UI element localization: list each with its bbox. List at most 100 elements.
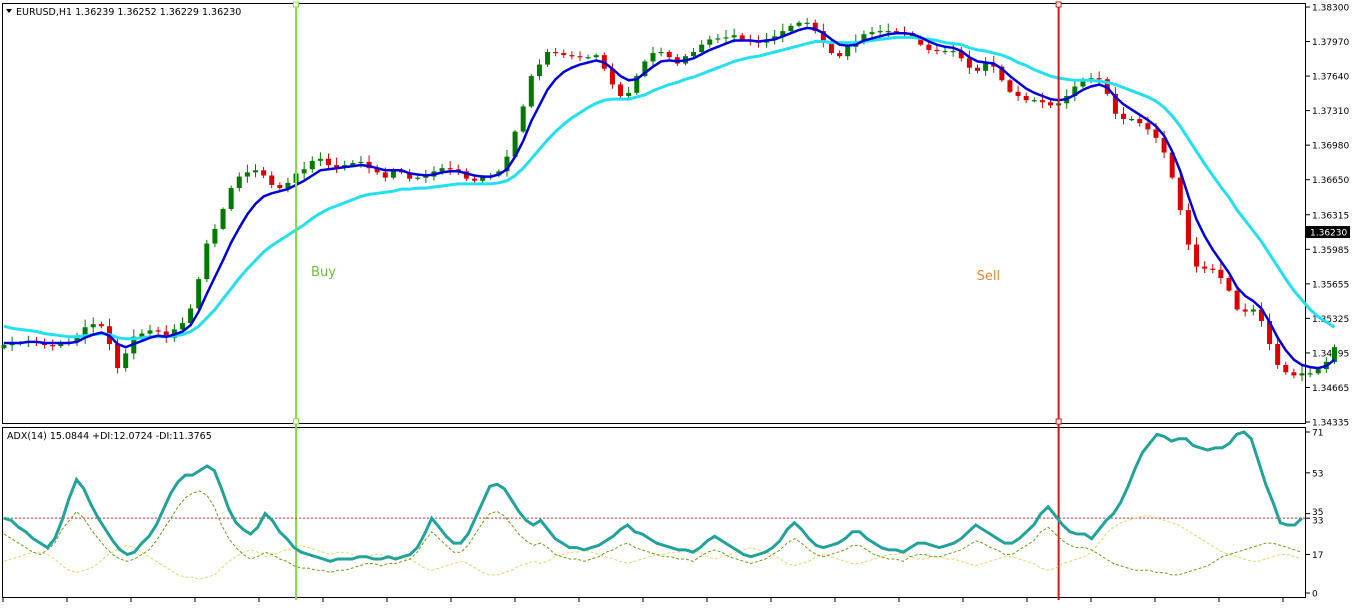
- candle-body: [1218, 269, 1224, 279]
- candle-body: [520, 106, 526, 132]
- price-tick-label: 1.38300: [1312, 4, 1349, 14]
- candle-body: [666, 52, 672, 58]
- candle-body: [707, 39, 713, 45]
- price-tick-label: 1.35655: [1312, 280, 1349, 290]
- candle-body: [658, 52, 664, 54]
- candle-body: [1226, 278, 1232, 291]
- candle-body: [98, 324, 104, 327]
- candle-body: [1121, 113, 1127, 119]
- candle-body: [585, 57, 591, 59]
- price-tick-label: 1.37310: [1312, 107, 1349, 117]
- candle-body: [1194, 244, 1200, 267]
- candle-body: [739, 35, 745, 40]
- candle-body: [212, 228, 218, 244]
- candle-body: [147, 330, 153, 334]
- signal-marker-bottom-buy: [293, 418, 300, 425]
- candle-body: [123, 353, 129, 369]
- candle-body: [1283, 364, 1289, 373]
- candle-body: [179, 323, 185, 330]
- adx-tick-label: 33: [1312, 517, 1323, 527]
- candle-body: [1234, 290, 1240, 310]
- candle-body: [1177, 177, 1183, 211]
- candle-body: [1210, 268, 1216, 270]
- signal-marker-bottom-sell: [1055, 418, 1062, 425]
- price-tick-label: 1.34335: [1312, 419, 1349, 429]
- price-tick-label: 1.34665: [1312, 384, 1349, 394]
- candle-body: [788, 25, 794, 32]
- candle-body: [1007, 80, 1013, 92]
- signal-label-sell: Sell: [977, 269, 1000, 284]
- candle-body: [618, 84, 624, 96]
- candle-body: [439, 168, 445, 172]
- price-tick-label: 1.34995: [1312, 349, 1349, 359]
- candle-body: [1202, 266, 1208, 269]
- candle-body: [1129, 118, 1135, 121]
- candle-body: [950, 50, 956, 53]
- candle-body: [569, 55, 575, 57]
- candle-body: [723, 37, 729, 39]
- candle-body: [50, 345, 56, 347]
- candle-body: [1250, 309, 1256, 312]
- candle-body: [699, 44, 705, 53]
- candle-body: [1242, 309, 1248, 312]
- candle-body: [845, 46, 851, 57]
- candle-body: [885, 31, 891, 33]
- candle-body: [204, 243, 210, 280]
- candle-body: [804, 22, 810, 24]
- candle-body: [90, 324, 96, 328]
- signal-marker-top-sell: [1055, 1, 1062, 8]
- candle-body: [545, 52, 551, 65]
- candle-body: [1145, 123, 1151, 130]
- candle-body: [196, 279, 202, 309]
- candle-body: [650, 53, 656, 62]
- candle-body: [715, 38, 721, 40]
- candle-body: [942, 50, 948, 53]
- price-tick-label: 1.36980: [1312, 142, 1349, 152]
- candle-body: [269, 175, 275, 185]
- price-tick-label: 1.35985: [1312, 246, 1349, 256]
- candle-body: [796, 22, 802, 26]
- signal-marker-top-buy: [293, 1, 300, 8]
- candle-body: [1275, 344, 1281, 365]
- chart-canvas[interactable]: 1.38300 1.37970 1.37640 1.37310 1.36980 1.366…: [0, 0, 1355, 604]
- candle-body: [966, 58, 972, 68]
- candle-body: [447, 168, 453, 170]
- candle-body: [236, 176, 242, 189]
- candle-body: [528, 76, 534, 107]
- candle-body: [1291, 372, 1297, 376]
- candle-body: [731, 35, 737, 38]
- candle-body: [115, 344, 121, 369]
- candle-body: [1307, 373, 1313, 375]
- candle-body: [983, 63, 989, 71]
- candle-body: [155, 330, 161, 332]
- candle-body: [220, 209, 226, 229]
- candle-body: [1096, 78, 1102, 80]
- candle-body: [1137, 118, 1143, 124]
- candle-body: [261, 170, 267, 176]
- candle-body: [472, 178, 478, 181]
- candle-body: [869, 32, 875, 35]
- chart-title: EURUSD,H1 1.36239 1.36252 1.36229 1.3623…: [16, 7, 241, 18]
- candle-body: [1153, 129, 1159, 138]
- candle-body: [877, 31, 883, 33]
- candle-body: [926, 44, 932, 50]
- candle-body: [326, 158, 331, 166]
- adx-tick-label: 53: [1312, 469, 1323, 479]
- adx-title: ADX(14) 15.0844 +DI:12.0724 -DI:11.3765: [7, 431, 212, 442]
- candle-body: [358, 161, 364, 164]
- adx-tick-label: 71: [1312, 429, 1323, 439]
- price-tick-label: 1.36315: [1312, 211, 1349, 221]
- candle-body: [1185, 210, 1191, 245]
- signal-label-buy: Buy: [311, 265, 336, 280]
- candle-body: [277, 184, 283, 189]
- current-price-label: 1.36230: [1310, 229, 1347, 239]
- price-tick-label: 1.37640: [1312, 73, 1349, 83]
- price-tick-label: 1.37970: [1312, 38, 1349, 48]
- candle-body: [1048, 102, 1054, 106]
- candle-body: [626, 92, 632, 96]
- chart-window[interactable]: 1.38300 1.37970 1.37640 1.37310 1.36980 1.366…: [0, 0, 1355, 604]
- candle-body: [934, 49, 940, 52]
- candle-body: [252, 170, 258, 173]
- candle-body: [577, 56, 583, 58]
- candle-body: [553, 52, 559, 54]
